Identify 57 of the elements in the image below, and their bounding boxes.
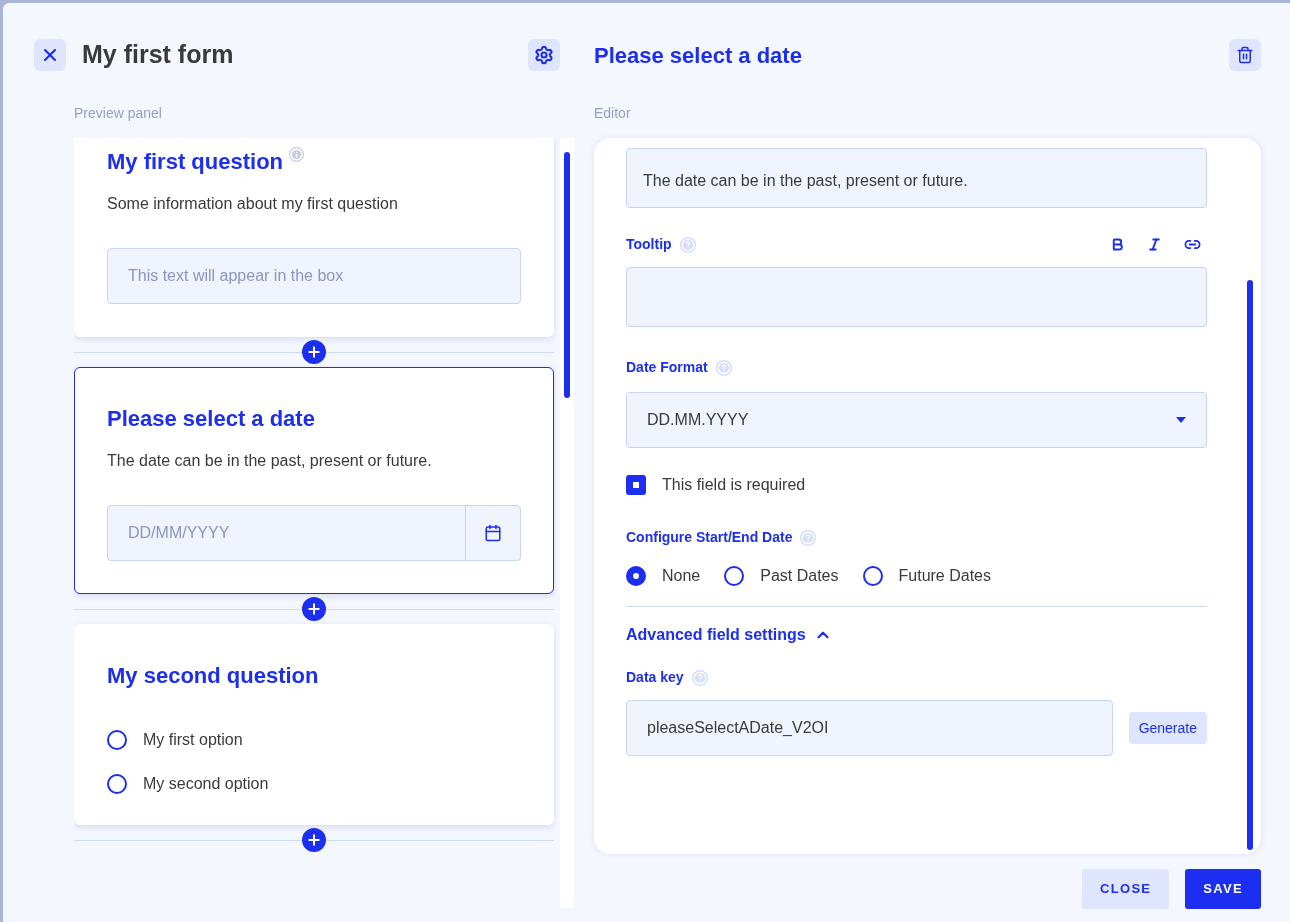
- scrollbar-thumb[interactable]: [564, 152, 570, 398]
- checkbox-label: This field is required: [662, 475, 806, 495]
- field-label: Date Format: [626, 358, 708, 377]
- radio-button[interactable]: [724, 566, 745, 586]
- add-question-button[interactable]: [302, 828, 326, 852]
- question-title: My second question: [107, 662, 319, 690]
- radio-label: None: [662, 566, 701, 586]
- scrollbar-thumb[interactable]: [1247, 280, 1253, 850]
- radio-button[interactable]: [862, 566, 883, 586]
- trash-icon: [1236, 46, 1254, 64]
- save-button[interactable]: SAVE: [1185, 869, 1261, 909]
- date-placeholder: DD/MM/YYYY: [127, 523, 231, 543]
- option-label: My first option: [143, 730, 243, 750]
- checkbox[interactable]: [626, 475, 646, 495]
- data-key-input[interactable]: pleaseSelectADate_V2OI: [626, 700, 1113, 756]
- add-question-button[interactable]: [302, 597, 326, 621]
- advanced-settings-toggle[interactable]: Advanced field settings: [626, 623, 832, 647]
- close-dialog-button[interactable]: CLOSE: [1082, 869, 1170, 909]
- date-format-dropdown[interactable]: DD.MM.YYYY: [626, 392, 1207, 448]
- close-button[interactable]: [34, 39, 66, 71]
- radio-button[interactable]: [107, 730, 127, 750]
- help-icon: [691, 669, 708, 686]
- question-title: Please select a date: [107, 405, 315, 433]
- help-icon: [715, 359, 732, 376]
- delete-button[interactable]: [1229, 39, 1261, 71]
- radio-label: Past Dates: [760, 566, 839, 586]
- plus-icon: [306, 832, 322, 848]
- panel-label: Editor: [594, 104, 632, 123]
- settings-icon: [534, 45, 554, 65]
- calendar-icon[interactable]: [484, 524, 502, 542]
- plus-icon: [306, 601, 322, 617]
- form-title: My first form: [82, 39, 235, 71]
- radio-button[interactable]: [107, 774, 127, 794]
- field-label: Tooltip: [626, 235, 672, 254]
- field-label: Configure Start/End Date: [626, 528, 793, 547]
- italic-icon[interactable]: [1147, 237, 1162, 252]
- question-card[interactable]: My second question My first option My second option: [74, 624, 554, 825]
- plus-icon: [306, 344, 322, 360]
- editor-title: Please select a date: [594, 41, 803, 70]
- generate-button[interactable]: Generate: [1128, 712, 1207, 744]
- help-icon: [679, 236, 696, 253]
- bold-icon[interactable]: [1110, 237, 1125, 252]
- question-card[interactable]: Please select a date The date can be in the past, present or future. DD/MM/YYYY: [74, 367, 554, 594]
- settings-button[interactable]: [528, 39, 560, 71]
- description-textarea[interactable]: The date can be in the past, present or future.: [626, 148, 1207, 208]
- question-description: Some information about my first question: [107, 194, 399, 214]
- panel-label: Preview panel: [74, 104, 163, 123]
- option-label: My second option: [143, 774, 269, 794]
- radio-button[interactable]: [626, 566, 646, 586]
- question-description: The date can be in the past, present or future.: [107, 451, 433, 471]
- field-label: Data key: [626, 668, 684, 687]
- radio-label: Future Dates: [898, 566, 991, 586]
- question-title: My first question: [107, 148, 283, 176]
- question-card[interactable]: My first question Some information about my first question This text will appear in the box: [74, 138, 554, 337]
- add-question-button[interactable]: [302, 340, 326, 364]
- dropdown-caret-icon: [1176, 417, 1186, 423]
- help-icon: [800, 529, 817, 546]
